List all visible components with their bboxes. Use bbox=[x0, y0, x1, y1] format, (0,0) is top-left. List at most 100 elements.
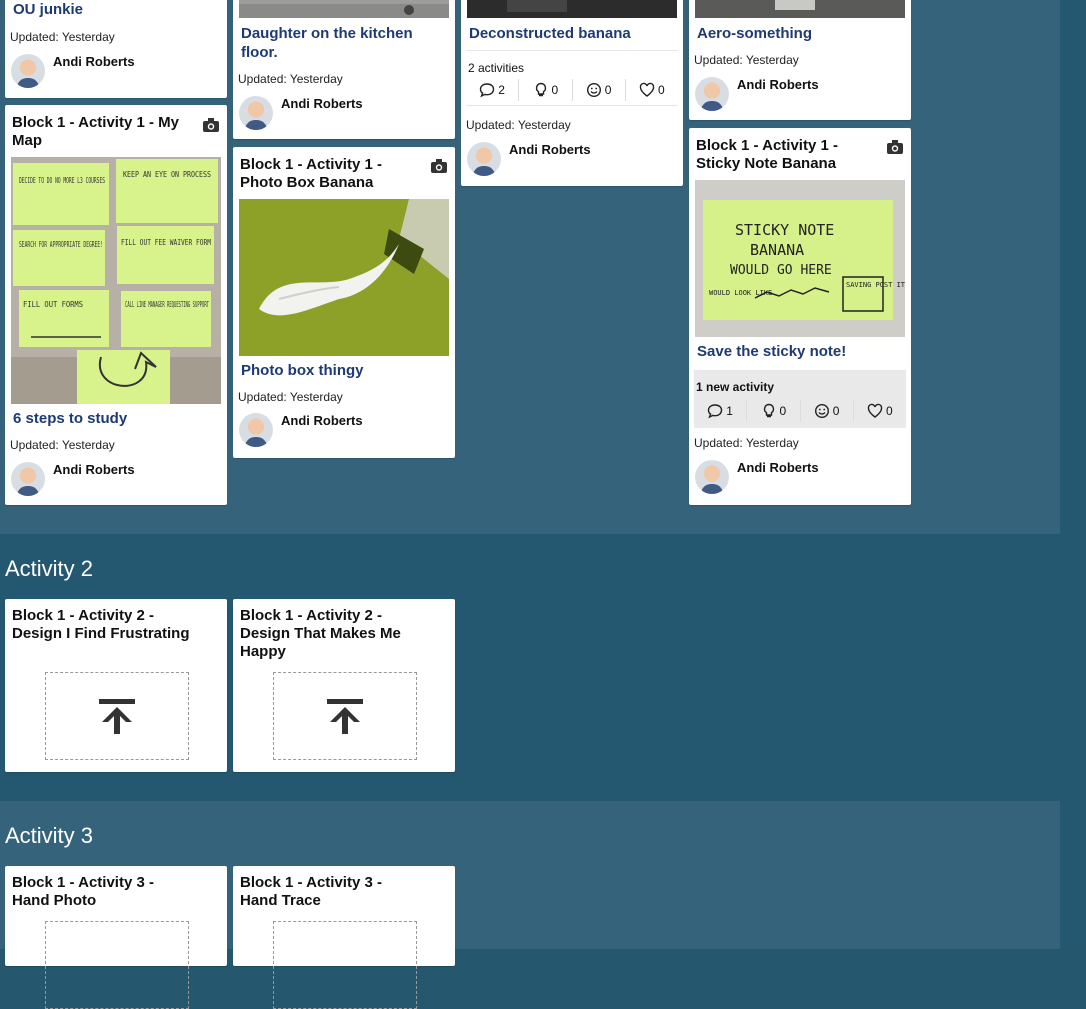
avatar[interactable] bbox=[11, 54, 45, 88]
avatar[interactable] bbox=[239, 413, 273, 447]
post-title[interactable]: Aero-something bbox=[697, 24, 903, 43]
avatar[interactable] bbox=[695, 460, 729, 494]
heart-icon bbox=[639, 82, 655, 97]
lightbulb-icon bbox=[535, 82, 546, 97]
map-note-text: SEARCH FOR APPROPRIATE DEGREE! bbox=[19, 240, 103, 249]
author[interactable]: Andi Roberts bbox=[239, 96, 439, 130]
updated-label: Updated: Yesterday bbox=[10, 30, 115, 44]
banana-note-text: STICKY NOTE bbox=[735, 221, 834, 239]
smile-count[interactable]: 0 bbox=[573, 79, 626, 101]
prompt-card-hand-trace[interactable]: Block 1 - Activity 3 - Hand Trace bbox=[233, 866, 455, 1009]
prompt-card-hand-photo[interactable]: Block 1 - Activity 3 - Hand Photo bbox=[5, 866, 227, 1009]
post-image-map[interactable]: DECIDE TO DO NO MORE L3 COURSES KEEP AN … bbox=[11, 157, 221, 404]
author[interactable]: Andi Roberts bbox=[11, 54, 211, 88]
post-image-sticky-note[interactable]: STICKY NOTE BANANA WOULD GO HERE WOULD L… bbox=[695, 180, 905, 337]
updated-label: Updated: Yesterday bbox=[466, 118, 571, 132]
map-note-text: DECIDE TO DO NO MORE L3 COURSES bbox=[19, 176, 105, 185]
author-name[interactable]: Andi Roberts bbox=[737, 460, 819, 475]
card-heading: Block 1 - Activity 1 - Photo Box Banana bbox=[240, 156, 382, 191]
author[interactable]: Andi Roberts bbox=[695, 77, 895, 111]
map-note-text: FILL OUT FORMS bbox=[23, 300, 83, 309]
smile-count-value: 0 bbox=[832, 404, 840, 418]
post-title[interactable]: OU junkie bbox=[13, 0, 219, 19]
card-heading: Block 1 - Activity 3 - Hand Trace bbox=[240, 874, 382, 909]
upload-dropzone[interactable] bbox=[45, 672, 189, 760]
camera-icon bbox=[887, 140, 903, 154]
card-heading: Block 1 - Activity 2 - Design That Makes… bbox=[240, 607, 401, 660]
activity-summary: 2 activities 2 0 0 0 bbox=[466, 50, 678, 106]
map-note-text: FILL OUT FEE WAIVER FORM bbox=[121, 238, 211, 247]
idea-count-value: 0 bbox=[779, 404, 787, 418]
activity-count: 2 activities bbox=[468, 61, 525, 75]
post-image-photo-box[interactable] bbox=[239, 199, 449, 356]
post-title[interactable]: 6 steps to study bbox=[13, 409, 219, 428]
author-name[interactable]: Andi Roberts bbox=[53, 462, 135, 477]
comment-icon bbox=[480, 83, 495, 98]
comment-icon bbox=[708, 404, 723, 419]
post-image[interactable] bbox=[467, 0, 677, 18]
upload-dropzone[interactable] bbox=[273, 672, 417, 760]
post-title[interactable]: Daughter on the kitchen floor. bbox=[241, 24, 447, 62]
author[interactable]: Andi Roberts bbox=[239, 413, 439, 447]
page-edge bbox=[1060, 0, 1086, 949]
post-card-kitchen-floor[interactable]: Daughter on the kitchen floor. Updated: … bbox=[233, 0, 455, 139]
post-card-aero[interactable]: Aero-something Updated: Yesterday Andi R… bbox=[689, 0, 911, 120]
banana-note-text: WOULD GO HERE bbox=[730, 263, 832, 278]
comment-count[interactable]: 1 bbox=[694, 400, 748, 422]
author[interactable]: Andi Roberts bbox=[467, 142, 667, 176]
author[interactable]: Andi Roberts bbox=[695, 460, 895, 494]
card-heading: Block 1 - Activity 2 - Design I Find Fru… bbox=[12, 607, 190, 642]
author[interactable]: Andi Roberts bbox=[11, 462, 211, 496]
author-name[interactable]: Andi Roberts bbox=[281, 96, 363, 111]
upload-icon[interactable] bbox=[97, 697, 137, 735]
post-title[interactable]: Photo box thingy bbox=[241, 361, 447, 380]
smile-count[interactable]: 0 bbox=[801, 400, 854, 422]
card-heading: Block 1 - Activity 3 - Hand Photo bbox=[12, 874, 154, 909]
prompt-card-frustrating[interactable]: Block 1 - Activity 2 - Design I Find Fru… bbox=[5, 599, 227, 772]
avatar[interactable] bbox=[467, 142, 501, 176]
post-card-photo-box[interactable]: Block 1 - Activity 1 - Photo Box Banana … bbox=[233, 147, 455, 458]
avatar[interactable] bbox=[695, 77, 729, 111]
upload-icon[interactable] bbox=[325, 697, 365, 735]
avatar[interactable] bbox=[11, 462, 45, 496]
section-title-activity-3: Activity 3 bbox=[5, 823, 94, 848]
section-title-activity-2: Activity 2 bbox=[5, 556, 94, 581]
author-name[interactable]: Andi Roberts bbox=[509, 142, 591, 157]
post-card-deconstructed[interactable]: Deconstructed banana 2 activities 2 0 0 … bbox=[461, 0, 683, 186]
like-count[interactable]: 0 bbox=[626, 79, 678, 101]
idea-count[interactable]: 0 bbox=[519, 79, 573, 101]
post-card-ou-junkie[interactable]: OU junkie Updated: Yesterday Andi Robert… bbox=[5, 0, 227, 98]
post-card-sticky-note[interactable]: Block 1 - Activity 1 - Sticky Note Banan… bbox=[689, 128, 911, 505]
author-name[interactable]: Andi Roberts bbox=[737, 77, 819, 92]
comment-count-value: 2 bbox=[498, 83, 505, 97]
heart-icon bbox=[867, 403, 883, 418]
map-note-text: KEEP AN EYE ON PROCESS bbox=[123, 170, 211, 179]
comment-count[interactable]: 2 bbox=[466, 79, 520, 101]
post-title[interactable]: Deconstructed banana bbox=[469, 24, 675, 43]
post-image[interactable] bbox=[239, 0, 449, 18]
idea-count[interactable]: 0 bbox=[747, 400, 801, 422]
idea-count-value: 0 bbox=[551, 83, 559, 97]
upload-dropzone[interactable] bbox=[45, 921, 189, 1009]
post-card-my-map[interactable]: Block 1 - Activity 1 - My Map DECIDE TO … bbox=[5, 105, 227, 505]
camera-icon bbox=[203, 118, 219, 132]
author-name[interactable]: Andi Roberts bbox=[53, 54, 135, 69]
camera-icon bbox=[431, 159, 447, 173]
post-image[interactable] bbox=[695, 0, 905, 18]
banana-note-text: SAVING POST IT'S bbox=[846, 281, 905, 289]
updated-label: Updated: Yesterday bbox=[10, 438, 115, 452]
updated-label: Updated: Yesterday bbox=[238, 390, 343, 404]
updated-label: Updated: Yesterday bbox=[694, 436, 799, 450]
banana-note-text: WOULD LOOK LIKE bbox=[709, 289, 772, 297]
post-title[interactable]: Save the sticky note! bbox=[697, 342, 903, 361]
smile-count-value: 0 bbox=[604, 83, 612, 97]
avatar[interactable] bbox=[239, 96, 273, 130]
like-count[interactable]: 0 bbox=[854, 400, 906, 422]
activity-summary: 1 new activity 1 0 0 0 bbox=[694, 370, 906, 428]
updated-label: Updated: Yesterday bbox=[238, 72, 343, 86]
updated-label: Updated: Yesterday bbox=[694, 53, 799, 67]
smile-icon bbox=[586, 82, 601, 98]
upload-dropzone[interactable] bbox=[273, 921, 417, 1009]
author-name[interactable]: Andi Roberts bbox=[281, 413, 363, 428]
prompt-card-happy[interactable]: Block 1 - Activity 2 - Design That Makes… bbox=[233, 599, 455, 772]
